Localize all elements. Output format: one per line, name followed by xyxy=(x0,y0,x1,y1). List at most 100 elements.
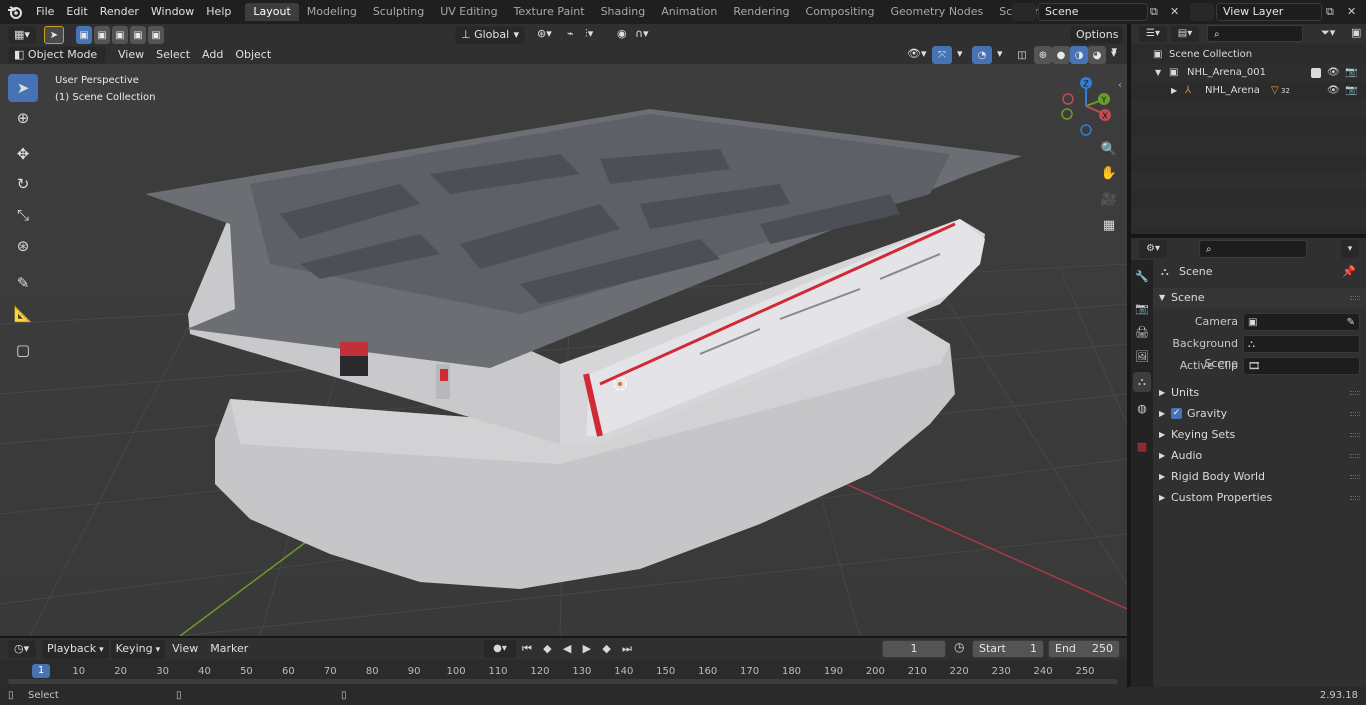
viewport-menu-add[interactable]: Add xyxy=(196,46,229,64)
select-new-icon[interactable]: ▣ xyxy=(76,26,92,44)
drag-handle-icon[interactable] xyxy=(1350,433,1360,437)
pan-hand-icon[interactable]: ✋ xyxy=(1098,166,1120,188)
scene-name-field[interactable]: Scene xyxy=(1038,3,1148,21)
timeline-menu-marker[interactable]: Marker xyxy=(205,640,253,659)
outliner-search-input[interactable]: ⌕ xyxy=(1207,25,1303,42)
move-tool-icon[interactable]: ✥ xyxy=(8,140,38,168)
annotate-tool-icon[interactable]: ✎ xyxy=(8,269,38,297)
drag-handle-icon[interactable] xyxy=(1350,496,1360,500)
play-icon[interactable]: ▶ xyxy=(583,640,591,658)
tool-tab-icon[interactable]: 🔧 xyxy=(1133,266,1151,286)
outliner-editor-type-icon[interactable]: ☰▾ xyxy=(1139,26,1167,42)
area-divider[interactable] xyxy=(1127,24,1131,687)
camera-field[interactable]: ▣ ✎ xyxy=(1243,313,1360,331)
scene-tab-icon[interactable]: ⛬ xyxy=(1133,372,1151,392)
timeline-editor-type-icon[interactable]: ◷▾ xyxy=(8,640,36,658)
proportional-edit-icon[interactable]: ◉ xyxy=(612,26,632,44)
visibility-selectability-icon[interactable]: 👁▾ xyxy=(902,46,932,64)
transform-tool-icon[interactable]: ⊛ xyxy=(8,232,38,260)
material-preview-icon[interactable]: ◑ xyxy=(1070,46,1088,64)
delete-scene-icon[interactable]: ✕ xyxy=(1170,3,1184,21)
tab-sculpting[interactable]: Sculpting xyxy=(365,3,432,21)
menu-window[interactable]: Window xyxy=(145,0,200,24)
viewport-menu-select[interactable]: Select xyxy=(150,46,196,64)
camera-render-icon[interactable]: 📷 xyxy=(1345,82,1357,100)
select-invert-icon[interactable]: ▣ xyxy=(130,26,146,44)
outliner-row-object[interactable]: ▶ ⅄ NHL_Arena ▽ 32 👁 📷 xyxy=(1131,82,1366,100)
play-reverse-icon[interactable]: ◀ xyxy=(563,640,571,658)
blender-logo-icon[interactable] xyxy=(0,0,30,24)
display-mode-icon[interactable]: ▤▾ xyxy=(1171,26,1199,42)
rotate-tool-icon[interactable]: ↻ xyxy=(8,170,38,198)
timeline-scrollbar[interactable] xyxy=(8,679,1118,684)
select-subtract-icon[interactable]: ▣ xyxy=(112,26,128,44)
view-layer-selector-icon[interactable] xyxy=(1190,3,1214,21)
outliner-row-scene-collection[interactable]: ▣ Scene Collection xyxy=(1131,46,1366,64)
menu-edit[interactable]: Edit xyxy=(60,0,93,24)
solid-shading-icon[interactable]: ● xyxy=(1052,46,1070,64)
shading-dropdown-icon[interactable]: ▾ xyxy=(1106,46,1122,64)
wireframe-shading-icon[interactable]: ⊕ xyxy=(1034,46,1052,64)
background-scene-field[interactable]: ⛬ xyxy=(1243,335,1360,353)
drag-handle-icon[interactable] xyxy=(1350,412,1360,416)
zoom-icon[interactable]: 🔍 xyxy=(1098,142,1120,164)
prev-keyframe-icon[interactable]: ◆ xyxy=(543,640,551,658)
xray-toggle-icon[interactable]: ◫ xyxy=(1012,46,1032,64)
panel-rigid-body-world[interactable]: ▶ Rigid Body World xyxy=(1153,467,1366,487)
new-scene-icon[interactable]: ⧉ xyxy=(1150,3,1166,21)
viewport-canvas[interactable] xyxy=(0,64,1127,636)
auto-keying-record-icon[interactable]: ●▾ xyxy=(484,640,516,658)
pin-icon[interactable]: 📌 xyxy=(1342,262,1356,282)
active-clip-field[interactable]: 🎞 xyxy=(1243,357,1360,375)
new-collection-icon[interactable]: ▣ xyxy=(1351,26,1361,39)
editor-type-button[interactable]: ▦▾ xyxy=(8,26,36,44)
tab-animation[interactable]: Animation xyxy=(653,3,725,21)
viewport-menu-view[interactable]: View xyxy=(112,46,150,64)
select-intersect-icon[interactable]: ▣ xyxy=(148,26,164,44)
add-cube-tool-icon[interactable]: ▢ xyxy=(8,336,38,364)
overlays-dropdown-icon[interactable]: ▾ xyxy=(992,46,1008,64)
new-view-layer-icon[interactable]: ⧉ xyxy=(1326,3,1342,21)
panel-units[interactable]: ▶ Units xyxy=(1153,383,1366,403)
panel-custom-properties[interactable]: ▶ Custom Properties xyxy=(1153,488,1366,508)
timeline-menu-view[interactable]: View xyxy=(167,640,203,659)
eye-icon[interactable]: 👁 xyxy=(1327,64,1340,82)
scale-tool-icon[interactable]: ⤡ xyxy=(8,201,38,229)
3d-viewport[interactable]: User Perspective (1) Scene Collection ➤ … xyxy=(0,64,1127,636)
viewport-menu-object[interactable]: Object xyxy=(229,46,277,64)
menu-file[interactable]: File xyxy=(30,0,60,24)
drag-handle-icon[interactable] xyxy=(1350,391,1360,395)
cursor-tool-icon[interactable]: ⊕ xyxy=(8,104,38,132)
sidebar-toggle-icon[interactable]: ‹ xyxy=(1118,80,1127,94)
chevron-down-icon[interactable]: ▾ xyxy=(1341,240,1359,258)
properties-editor-type-icon[interactable]: ⚙▾ xyxy=(1139,240,1167,258)
exclude-checkbox[interactable] xyxy=(1311,68,1321,78)
output-tab-icon[interactable]: 🖨 xyxy=(1133,322,1151,342)
object-mode-dropdown[interactable]: ◧ Object Mode ▾ xyxy=(8,46,106,77)
properties-search-input[interactable]: ⌕ xyxy=(1199,240,1307,258)
use-preview-range-icon[interactable]: ◷ xyxy=(954,640,964,654)
navigation-gizmo[interactable]: Y Z X xyxy=(1056,76,1116,136)
timeline-menu-keying[interactable]: Keying ▾ xyxy=(110,640,166,659)
eye-icon[interactable]: 👁 xyxy=(1327,82,1340,100)
camera-view-icon[interactable]: 🎥 xyxy=(1098,192,1120,214)
filter-icon[interactable]: ⏷▾ xyxy=(1321,26,1335,40)
tab-uv-editing[interactable]: UV Editing xyxy=(432,3,505,21)
current-frame-field[interactable]: 1 xyxy=(882,640,946,658)
show-overlays-icon[interactable]: ◔ xyxy=(972,46,992,64)
snap-toggle-icon[interactable]: ⌁ xyxy=(562,26,579,44)
outliner-row-collection[interactable]: ▼ ▣ NHL_Arena_001 👁 📷 xyxy=(1131,64,1366,82)
world-tab-icon[interactable]: ◍ xyxy=(1133,398,1151,418)
jump-start-icon[interactable]: ⏮ xyxy=(522,640,532,658)
timeline-menu-playback[interactable]: Playback ▾ xyxy=(42,640,109,659)
tab-shading[interactable]: Shading xyxy=(593,3,654,21)
panel-keying-sets[interactable]: ▶ Keying Sets xyxy=(1153,425,1366,445)
drag-handle-icon[interactable] xyxy=(1350,475,1360,479)
panel-gravity[interactable]: ▶ ✓ Gravity xyxy=(1153,404,1366,424)
view-layer-field[interactable]: View Layer xyxy=(1216,3,1322,21)
tab-rendering[interactable]: Rendering xyxy=(725,3,797,21)
rendered-shading-icon[interactable]: ◕ xyxy=(1088,46,1106,64)
drag-handle-icon[interactable] xyxy=(1350,454,1360,458)
jump-end-icon[interactable]: ⏭ xyxy=(622,640,632,658)
options-dropdown[interactable]: Options ▾ xyxy=(1070,26,1123,57)
